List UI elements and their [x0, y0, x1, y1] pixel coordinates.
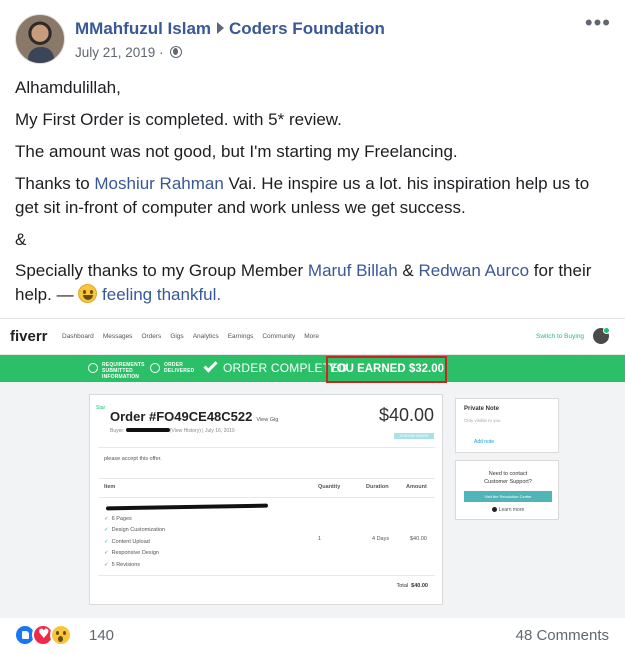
info-icon	[491, 507, 497, 512]
fiverr-menu: Dashboard Messages Orders Gigs Analytics Earn…	[62, 333, 328, 340]
order-total: Total $40.00	[396, 583, 428, 589]
amount-value: $40.00	[410, 536, 427, 542]
private-note-subtitle: Only visible to you	[464, 418, 501, 423]
meta-separator: ·	[159, 45, 164, 60]
column-header: Amount	[406, 484, 427, 490]
divider	[98, 447, 435, 448]
feature-item: ✓ Design Customization	[104, 527, 166, 533]
menu-item: More	[304, 333, 320, 340]
divider	[98, 497, 435, 498]
status-step: REQUIREMENTS SUBMITTED INFORMATION	[88, 362, 146, 380]
fiverr-logo: fiverr	[10, 328, 48, 345]
resolution-center-button: Visit the Resolution Center	[464, 491, 552, 502]
menu-item: Analytics	[192, 333, 219, 340]
custom-order-tag: CUSTOM ORDER	[394, 433, 434, 439]
feature-item: ✓ Content Upload	[104, 539, 150, 545]
switch-to-buying: Switch to Buying	[536, 333, 585, 340]
arrow-right-icon	[217, 22, 225, 34]
column-header: Item	[104, 484, 116, 490]
column-header: Duration	[366, 484, 389, 490]
wow-icon	[50, 624, 72, 646]
menu-item: Gigs	[170, 333, 184, 340]
add-note-link: Add note	[474, 439, 495, 445]
redacted-bar	[105, 503, 269, 511]
private-note-card: Private Note Only visible to you Add not…	[455, 398, 559, 453]
order-card: Star Order #FO49CE48C522 View Gig Buyer: …	[89, 394, 443, 605]
view-gig-link: View Gig	[256, 417, 279, 423]
post-text-line: The amount was not good, but I'm startin…	[15, 142, 458, 161]
post-meta: July 21, 2019 ·	[75, 45, 183, 60]
menu-item: Orders	[141, 333, 162, 340]
post-text-fragment: Thanks to	[15, 174, 95, 193]
support-card: Need to contact Customer Support? Visit t…	[455, 460, 559, 520]
divider	[98, 478, 435, 479]
check-circle-icon	[150, 363, 160, 373]
learn-more-link: Learn more	[456, 507, 560, 513]
post-text-ampersand: &	[15, 230, 27, 249]
post-header: MMahfuzul Islam Coders Foundation	[75, 19, 385, 39]
feature-item: ✓ Responsive Design	[104, 550, 159, 556]
user-avatar-icon	[593, 327, 610, 344]
order-price: $40.00	[378, 405, 434, 425]
private-note-title: Private Note	[464, 406, 500, 412]
duration-value: 4 Days	[372, 536, 390, 542]
order-meta: Buyer: (View History) | July 16, 2019	[110, 428, 235, 434]
menu-item: Dashboard	[62, 333, 94, 340]
reaction-count: 140	[89, 627, 115, 644]
author-name-link[interactable]: MMahfuzul Islam	[75, 19, 211, 38]
support-text: Need to contact Customer Support?	[484, 471, 532, 485]
fiverr-navbar: fiverr Dashboard Messages Orders Gigs Analyt…	[0, 319, 625, 355]
status-step: ORDER DELIVERED	[150, 362, 198, 374]
more-options-icon[interactable]: •••	[585, 12, 611, 34]
star-label: Star	[96, 405, 106, 411]
post-text-special-thanks: Specially thanks to my Group Member Maru…	[15, 259, 615, 307]
mention-link[interactable]: Maruf Billah	[308, 261, 398, 280]
globe-icon	[170, 46, 183, 58]
order-note: please accept this offer.	[104, 456, 162, 462]
post-text-thanks: Thanks to Moshiur Rahman Vai. He inspire…	[15, 172, 615, 220]
group-name-link[interactable]: Coders Foundation	[229, 19, 385, 38]
check-circle-icon	[88, 363, 98, 373]
mention-link[interactable]: Moshiur Rahman	[94, 174, 223, 193]
check-icon	[203, 358, 218, 373]
feeling-link[interactable]: feeling thankful.	[97, 285, 221, 304]
order-status-banner: REQUIREMENTS SUBMITTED INFORMATION ORDER…	[0, 355, 625, 383]
author-avatar[interactable]	[15, 14, 65, 64]
quantity-value: 1	[318, 536, 322, 542]
post-image[interactable]: fiverr Dashboard Messages Orders Gigs Analyt…	[0, 318, 625, 618]
smiley-emoji-icon	[78, 284, 98, 303]
menu-item: Messages	[102, 333, 133, 340]
feature-item: ✓ 6 Pages	[104, 516, 132, 522]
post-text-fragment: &	[397, 261, 419, 280]
redacted-bar	[125, 428, 170, 432]
menu-item: Earnings	[227, 333, 254, 340]
post-text-fragment: Specially thanks to my Group Member	[15, 261, 308, 280]
comments-count-link[interactable]: 48 Comments	[516, 627, 609, 644]
menu-item: Community	[262, 333, 296, 340]
earned-amount-highlight: YOU EARNED $32.00	[326, 356, 447, 383]
post-text-line: My First Order is completed. with 5* rev…	[15, 110, 342, 129]
column-header: Quantity	[318, 484, 341, 490]
post-date-link[interactable]: July 21, 2019	[75, 45, 155, 60]
order-title: Order #FO49CE48C522 View Gig	[110, 409, 279, 424]
facebook-post: MMahfuzul Islam Coders Foundation July 21…	[0, 0, 625, 654]
feature-item: ✓ 5 Revisions	[104, 562, 141, 568]
divider	[98, 575, 435, 576]
mention-link[interactable]: Redwan Aurco	[418, 261, 529, 280]
post-text-greeting: Alhamdulillah,	[15, 78, 121, 97]
